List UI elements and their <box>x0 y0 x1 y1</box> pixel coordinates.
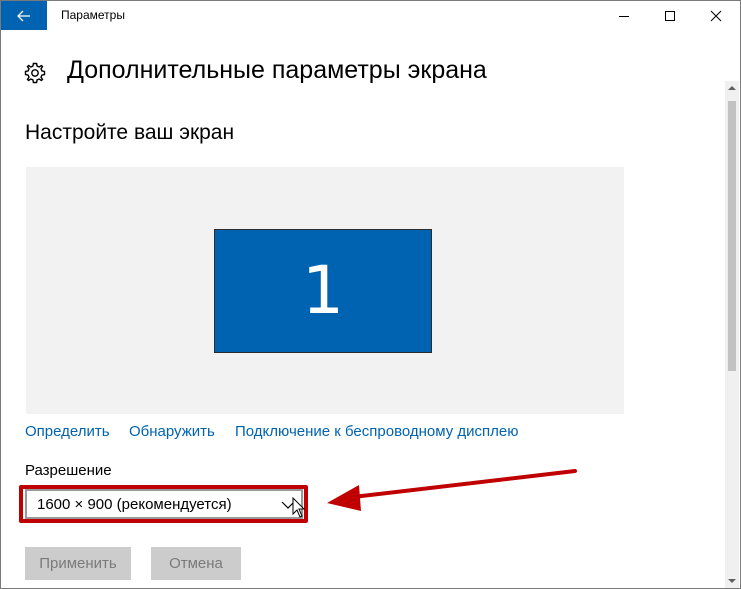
chevron-down-icon <box>281 501 295 509</box>
maximize-button[interactable] <box>647 1 693 30</box>
identify-link[interactable]: Определить <box>25 423 110 440</box>
section-title: Настройте ваш экран <box>25 121 235 144</box>
vertical-scrollbar[interactable] <box>725 81 739 588</box>
apply-button[interactable]: Применить <box>25 547 131 580</box>
cancel-button[interactable]: Отмена <box>151 547 241 580</box>
scroll-thumb[interactable] <box>728 101 736 371</box>
scroll-down-button[interactable] <box>725 574 739 588</box>
detect-link[interactable]: Обнаружить <box>129 423 215 440</box>
back-arrow-icon <box>17 10 30 21</box>
scroll-up-button[interactable] <box>725 81 739 95</box>
monitor-number: 1 <box>302 252 344 329</box>
window-title: Параметры <box>61 8 125 22</box>
settings-window: Параметры Дополнительные параметры экран… <box>0 0 741 589</box>
minimize-icon <box>619 15 629 17</box>
back-button[interactable] <box>1 1 47 30</box>
display-arrangement-area: 1 <box>26 167 624 414</box>
annotation-arrow <box>327 469 577 511</box>
close-icon <box>710 10 722 21</box>
resolution-label: Разрешение <box>25 462 112 479</box>
resolution-value: 1600 × 900 (рекомендуется) <box>37 496 232 513</box>
monitor-tile[interactable]: 1 <box>214 229 432 353</box>
wireless-display-link[interactable]: Подключение к беспроводному дисплею <box>235 423 519 440</box>
maximize-icon <box>665 10 675 21</box>
close-button[interactable] <box>693 1 739 30</box>
minimize-button[interactable] <box>601 1 647 30</box>
scroll-up-icon <box>728 86 736 90</box>
title-bar: Параметры <box>1 1 740 30</box>
gear-icon <box>24 62 46 84</box>
page-title: Дополнительные параметры экрана <box>67 56 487 84</box>
resolution-dropdown[interactable]: 1600 × 900 (рекомендуется) <box>25 489 303 519</box>
scroll-down-icon <box>728 579 736 583</box>
